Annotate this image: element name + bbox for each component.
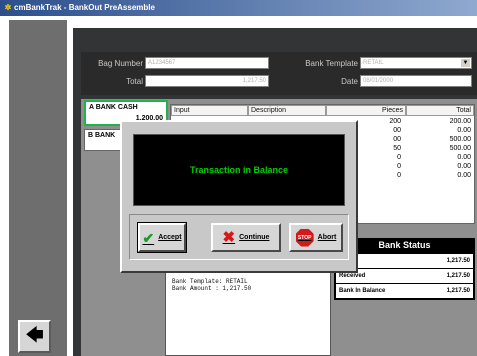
column-header-description: Description — [248, 105, 326, 116]
status-row-label: Bank In Balance — [339, 288, 386, 294]
pieces-cell: 00 — [393, 136, 401, 143]
abort-button-label: Abort — [317, 234, 337, 241]
bank-template-label: Bank Template — [305, 59, 358, 68]
total-cell: 0.00 — [457, 127, 471, 134]
status-row-value: 1,217.50 — [446, 273, 470, 279]
balance-dialog: Transaction in Balance ✔ Accept ✖ Contin… — [120, 120, 358, 273]
continue-button[interactable]: ✖ Continue — [211, 223, 281, 252]
total-cell: 0.00 — [457, 154, 471, 161]
back-button[interactable]: 🡄 — [18, 320, 51, 353]
status-row-label: Received — [339, 273, 366, 279]
total-cell: 500.00 — [449, 136, 471, 143]
app-icon: ✲ — [4, 3, 12, 12]
total-cell: 500.00 — [449, 145, 471, 152]
abort-button[interactable]: STOP Abort — [289, 223, 343, 252]
dialog-message-display: Transaction in Balance — [133, 134, 345, 206]
stop-sign-icon: STOP — [295, 228, 314, 247]
bank-tab-label: B BANK — [88, 132, 116, 139]
status-row-value: 1,217.50 — [446, 258, 470, 264]
receipt-line: Bank Template: RETAIL — [172, 278, 248, 285]
chevron-down-icon[interactable]: ▼ — [461, 59, 470, 67]
bag-number-label: Bag Number — [98, 59, 143, 68]
column-header-input: Input — [171, 105, 248, 116]
window-title: cmBankTrak - BankOut PreAssemble — [14, 3, 155, 12]
pieces-cell: 200 — [389, 118, 401, 125]
date-field[interactable]: 08/01/2000 — [360, 75, 472, 87]
receipt-preview: Bank Template: RETAIL Bank Amount : 1,21… — [165, 268, 331, 356]
column-header-pieces: Pieces — [326, 105, 406, 116]
bank-tab-label: A BANK CASH — [89, 104, 138, 111]
bank-template-select[interactable]: RETAIL ▼ — [360, 57, 472, 69]
x-icon: ✖ — [222, 228, 236, 246]
status-row: Bank In Balance 1,217.50 — [336, 284, 473, 298]
dialog-message: Transaction in Balance — [189, 165, 289, 175]
pieces-cell: 50 — [393, 145, 401, 152]
back-arrow-icon: 🡄 — [25, 325, 44, 345]
pieces-cell: 0 — [397, 163, 401, 170]
pieces-cell: 00 — [393, 127, 401, 134]
status-row-value: 1,217.50 — [446, 288, 470, 294]
pieces-cell: 0 — [397, 154, 401, 161]
total-field: 1,217.50 — [145, 75, 269, 87]
sidebar — [9, 20, 67, 356]
date-label: Date — [341, 77, 358, 86]
accept-button-label: Accept — [158, 234, 182, 241]
check-icon: ✔ — [142, 229, 155, 246]
pieces-cell: 0 — [397, 172, 401, 179]
total-label: Total — [126, 77, 143, 86]
bank-template-value: RETAIL — [363, 60, 384, 66]
column-header-total: Total — [406, 105, 474, 116]
total-cell: 200.00 — [449, 118, 471, 125]
total-cell: 0.00 — [457, 172, 471, 179]
accept-button[interactable]: ✔ Accept — [137, 222, 187, 253]
receipt-line: Bank Amount : 1,217.50 — [172, 285, 252, 292]
title-bar: ✲ cmBankTrak - BankOut PreAssemble — [0, 0, 477, 16]
bag-number-field[interactable]: A1234567 — [145, 57, 269, 69]
total-cell: 0.00 — [457, 163, 471, 170]
continue-button-label: Continue — [239, 234, 270, 241]
